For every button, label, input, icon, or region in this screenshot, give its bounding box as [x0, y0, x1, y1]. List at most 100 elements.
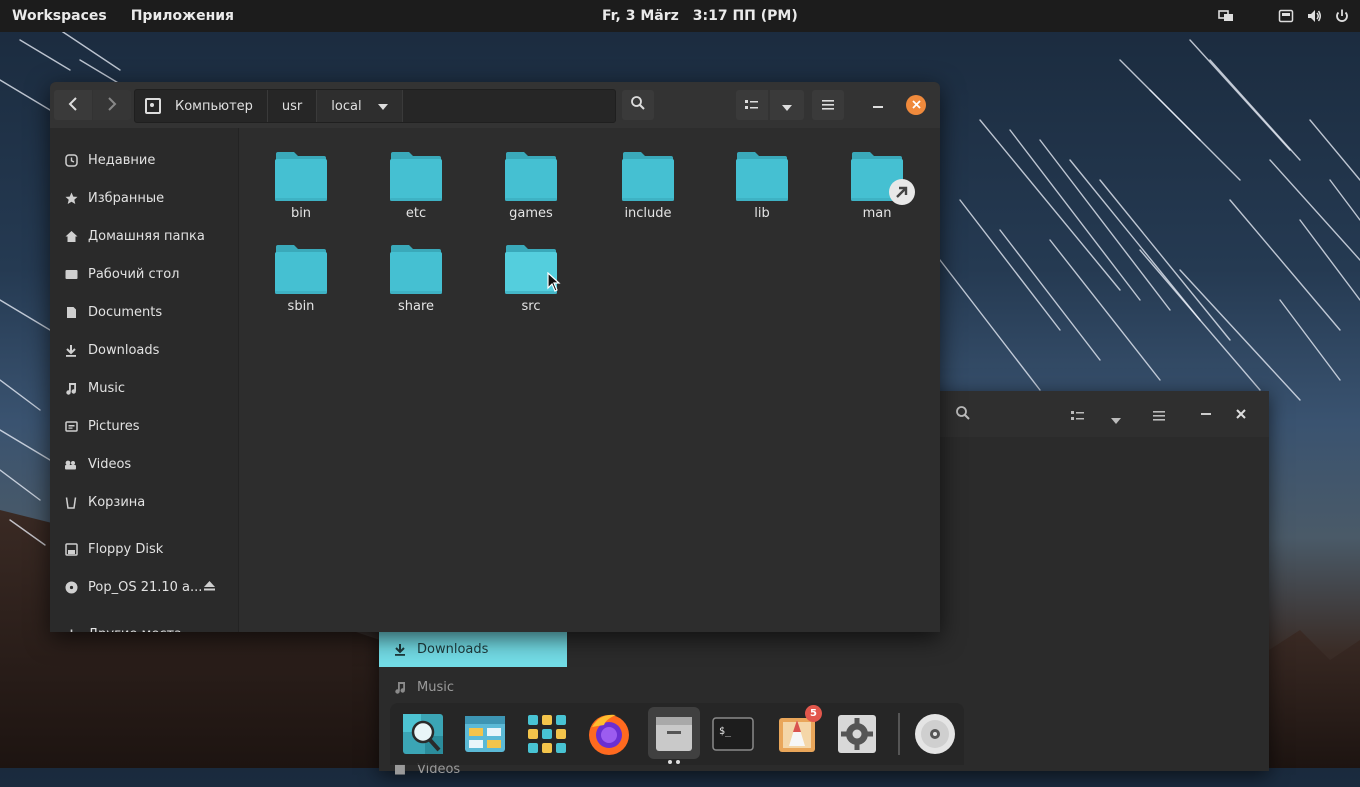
- star-trail: [939, 259, 1041, 391]
- minimize-button[interactable]: [868, 92, 888, 114]
- pop-shop-icon[interactable]: 5: [774, 705, 822, 757]
- minimize-icon[interactable]: [1201, 413, 1211, 415]
- settings-gear-icon[interactable]: [834, 711, 880, 757]
- background-sidebar-downloads[interactable]: Downloads: [379, 631, 567, 667]
- sidebar-item-label: Floppy Disk: [88, 541, 164, 557]
- star-trail: [1139, 249, 1261, 391]
- icon-view-button[interactable]: [736, 90, 768, 120]
- forward-button[interactable]: [93, 90, 131, 120]
- trash-icon: [64, 495, 78, 509]
- view-options-chevron-icon[interactable]: [1111, 409, 1121, 428]
- star-trail: [999, 229, 1101, 361]
- folder-label: src: [521, 299, 541, 314]
- view-options-button[interactable]: [770, 90, 804, 120]
- list-view-icon[interactable]: [1071, 407, 1085, 426]
- folder-item[interactable]: src: [486, 235, 576, 323]
- close-button[interactable]: [906, 95, 926, 115]
- sidebar-item[interactable]: Floppy Disk: [50, 531, 238, 567]
- sidebar-item[interactable]: Pop_OS 21.10 a...: [50, 569, 238, 605]
- clock[interactable]: Fr, 3 März 3:17 ПП (PM): [602, 0, 798, 32]
- video-icon: [64, 457, 78, 471]
- sidebar-item[interactable]: Корзина: [50, 484, 238, 520]
- path-bar[interactable]: Компьютер usr local: [134, 89, 616, 123]
- app-grid-icon[interactable]: [524, 711, 570, 757]
- window-tiling-icon[interactable]: [1218, 8, 1234, 24]
- background-sidebar-music[interactable]: Music: [379, 669, 567, 705]
- power-icon[interactable]: [1334, 8, 1350, 24]
- path-crumb-usr[interactable]: usr: [268, 90, 318, 122]
- close-icon[interactable]: [1235, 405, 1247, 424]
- file-view[interactable]: bin etc games include lib man sbin share src: [239, 128, 940, 632]
- sidebar-item[interactable]: Downloads: [50, 332, 238, 368]
- running-indicator: [668, 760, 672, 764]
- minimize-icon: [873, 106, 883, 108]
- star-trail: [0, 469, 41, 501]
- home-icon: [64, 229, 78, 243]
- folder-label: games: [509, 206, 553, 221]
- folder-label: lib: [754, 206, 770, 221]
- star-trail: [0, 299, 51, 331]
- sidebar-item[interactable]: Videos: [50, 446, 238, 482]
- sidebar-item[interactable]: Другие места: [50, 616, 238, 632]
- disc-icon: [64, 580, 78, 594]
- files-window[interactable]: Компьютер usr local Недавние Избранные Д…: [50, 82, 940, 632]
- folder-label: share: [397, 299, 435, 314]
- search-button[interactable]: [622, 90, 654, 120]
- music-icon: [393, 681, 407, 694]
- chevron-down-icon[interactable]: [377, 99, 388, 114]
- star-icon: [64, 191, 78, 205]
- star-trail: [1049, 239, 1161, 381]
- path-crumb-local[interactable]: local: [317, 90, 403, 122]
- applications-button[interactable]: Приложения: [131, 8, 234, 24]
- firefox-icon[interactable]: [586, 711, 632, 757]
- keyboard-indicator-icon[interactable]: [1278, 8, 1294, 24]
- eject-icon[interactable]: [204, 580, 215, 594]
- folder-item[interactable]: bin: [256, 142, 346, 230]
- running-indicator: [676, 760, 680, 764]
- folder-icon: [389, 243, 443, 295]
- volume-icon[interactable]: [1306, 8, 1322, 24]
- workspaces-button[interactable]: Workspaces: [12, 8, 107, 24]
- files-icon[interactable]: [648, 707, 700, 759]
- folder-item[interactable]: lib: [717, 142, 807, 230]
- sidebar-item[interactable]: Недавние: [50, 142, 238, 178]
- back-button[interactable]: [54, 90, 92, 120]
- folder-item[interactable]: etc: [371, 142, 461, 230]
- folder-icon: [504, 150, 558, 202]
- disc-drive-icon[interactable]: [912, 711, 958, 757]
- app-center-icon[interactable]: [462, 711, 508, 757]
- star-trail: [1039, 139, 1171, 311]
- path-crumb-label: usr: [281, 98, 303, 114]
- folder-item[interactable]: include: [603, 142, 693, 230]
- sidebar-item[interactable]: Pictures: [50, 408, 238, 444]
- download-icon: [64, 343, 78, 357]
- popsicle-search-icon[interactable]: [400, 711, 446, 757]
- star-trail: [0, 429, 51, 461]
- terminal-icon[interactable]: $_: [710, 711, 756, 757]
- folder-icon: [274, 150, 328, 202]
- star-trail: [1099, 179, 1231, 341]
- sidebar-item-label: Избранные: [88, 190, 165, 206]
- search-icon[interactable]: [955, 405, 971, 425]
- folder-item[interactable]: share: [371, 235, 461, 323]
- chevron-left-icon: [68, 95, 78, 116]
- sidebar-item[interactable]: Рабочий стол: [50, 256, 238, 292]
- search-icon: [630, 95, 646, 115]
- sidebar-item[interactable]: Documents: [50, 294, 238, 330]
- menu-icon[interactable]: [1153, 407, 1165, 426]
- sidebar-item[interactable]: Домашняя папка: [50, 218, 238, 254]
- folder-icon: [735, 150, 789, 202]
- sidebar-item-label: Другие места: [88, 627, 182, 633]
- folder-item[interactable]: sbin: [256, 235, 346, 323]
- main-menu-button[interactable]: [812, 90, 844, 120]
- folder-item[interactable]: man: [832, 142, 922, 230]
- sidebar-item[interactable]: Избранные: [50, 180, 238, 216]
- folder-item[interactable]: games: [486, 142, 576, 230]
- sidebar-item-label: Downloads: [417, 641, 489, 657]
- dock: $_ 5: [390, 703, 964, 765]
- path-crumb-computer[interactable]: Компьютер: [135, 90, 268, 122]
- sidebar-item-label: Videos: [88, 456, 132, 472]
- sidebar-item[interactable]: Music: [50, 370, 238, 406]
- desktop-icon: [64, 267, 78, 281]
- star-trail: [19, 39, 71, 71]
